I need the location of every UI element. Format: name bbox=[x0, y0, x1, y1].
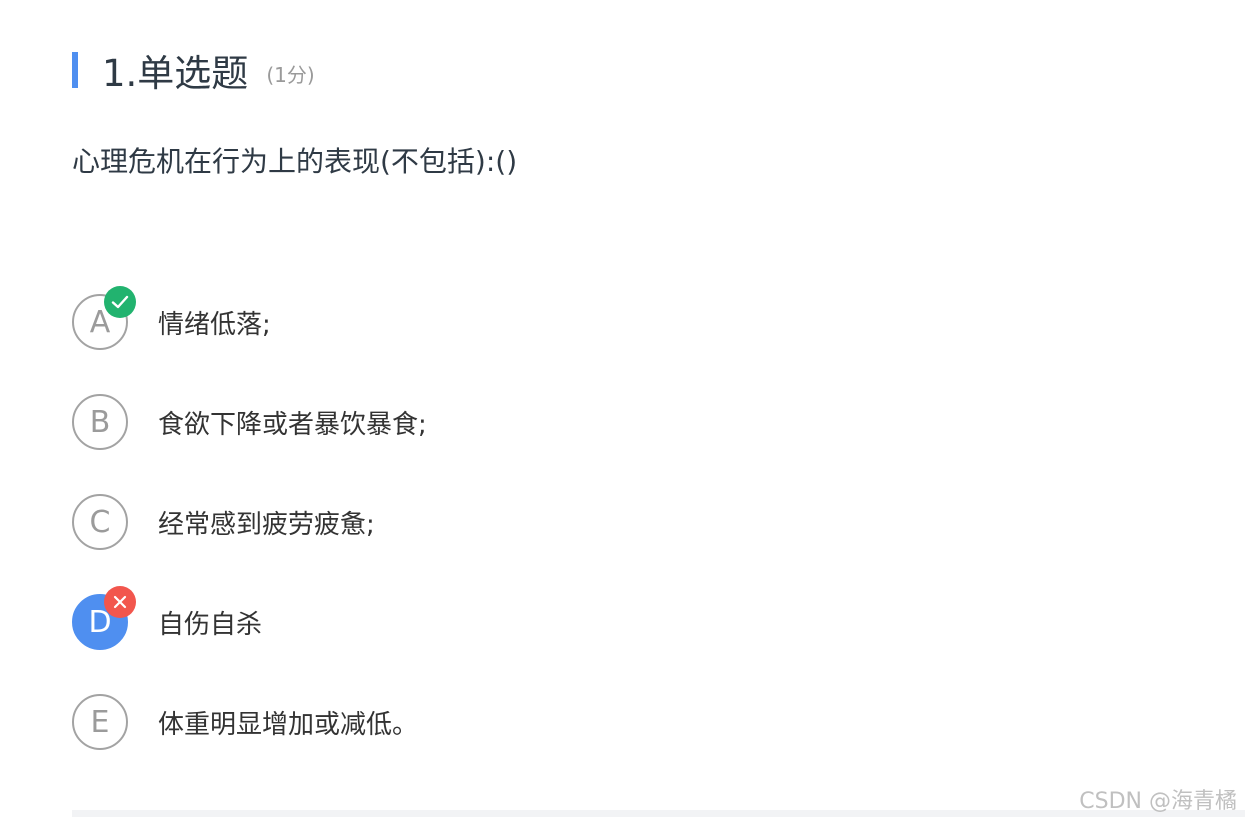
option-c-circle[interactable]: C bbox=[72, 494, 128, 550]
option-e-letter: E bbox=[90, 704, 110, 740]
question-header: 1.单选题 (1分) bbox=[72, 50, 315, 95]
option-c[interactable]: C 经常感到疲劳疲惫; bbox=[72, 492, 427, 552]
option-b-letter: B bbox=[89, 404, 111, 440]
option-c-text: 经常感到疲劳疲惫; bbox=[158, 509, 375, 540]
option-a[interactable]: A 情绪低落; bbox=[72, 286, 427, 352]
option-a-text: 情绪低落; bbox=[158, 309, 271, 340]
question-score: (1分) bbox=[266, 62, 315, 87]
option-b-text: 食欲下降或者暴饮暴食; bbox=[158, 409, 427, 440]
options-list: A 情绪低落; B 食欲下降或者暴饮暴食; C 经常感到疲劳疲惫; D 自伤自杀… bbox=[72, 286, 427, 792]
question-type-title: 1.单选题 bbox=[102, 52, 249, 95]
watermark: CSDN @海青橘 bbox=[1079, 789, 1237, 814]
option-d-circle[interactable]: D bbox=[72, 586, 136, 650]
option-d[interactable]: D 自伤自杀 bbox=[72, 586, 427, 652]
question-stem: 心理危机在行为上的表现(不包括):() bbox=[72, 145, 518, 178]
option-e-circle[interactable]: E bbox=[72, 694, 128, 750]
title-accent-bar bbox=[72, 52, 78, 88]
option-b-circle[interactable]: B bbox=[72, 394, 128, 450]
option-a-circle[interactable]: A bbox=[72, 286, 136, 350]
check-icon bbox=[104, 286, 136, 318]
option-e[interactable]: E 体重明显增加或减低。 bbox=[72, 692, 427, 752]
section-divider bbox=[72, 810, 1245, 817]
option-d-text: 自伤自杀 bbox=[158, 609, 263, 640]
option-c-letter: C bbox=[89, 504, 111, 540]
close-icon bbox=[104, 586, 136, 618]
option-e-text: 体重明显增加或减低。 bbox=[158, 709, 419, 740]
option-b[interactable]: B 食欲下降或者暴饮暴食; bbox=[72, 392, 427, 452]
